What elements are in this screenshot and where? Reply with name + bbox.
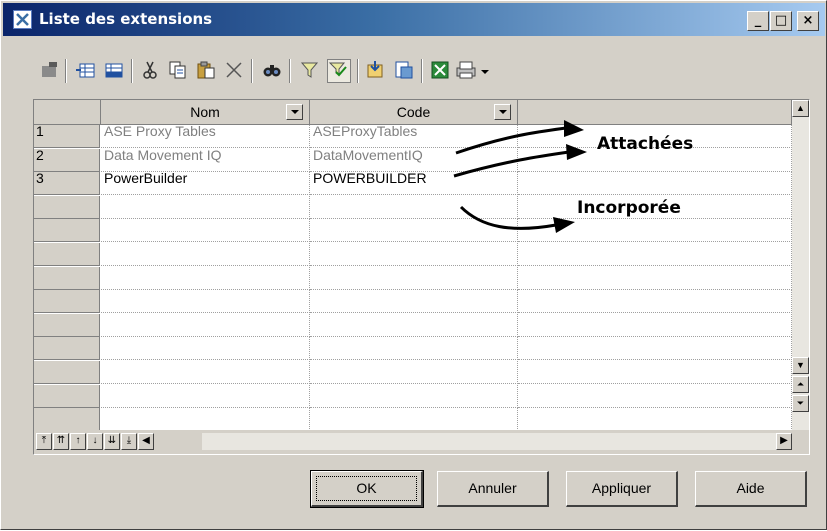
attached-annotation-label: Attachées: [597, 134, 694, 154]
help-button[interactable]: Aide: [695, 471, 807, 507]
cancel-button[interactable]: Annuler: [437, 471, 549, 507]
extensions-list-window: Liste des extensions _ □ × Nom Code 1 AS…: [0, 0, 827, 530]
ok-button[interactable]: OK: [310, 470, 424, 508]
annotation-arrows: [453, 120, 587, 233]
apply-button[interactable]: Appliquer: [566, 471, 678, 507]
embedded-annotation-label: Incorporée: [577, 198, 681, 218]
